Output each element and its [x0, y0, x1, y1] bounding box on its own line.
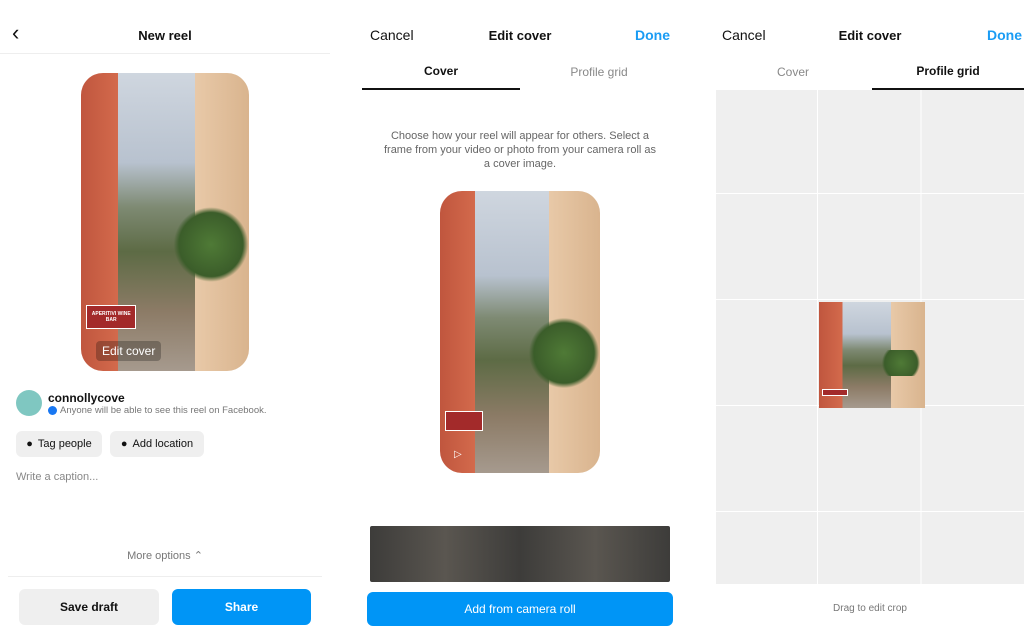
- reel-cover-preview: APERITIVI WINE BAR Edit cover: [81, 73, 249, 371]
- frame-scrubber[interactable]: [370, 526, 670, 582]
- username: connollycove: [48, 391, 125, 405]
- cover-preview: ▷: [440, 191, 600, 473]
- facebook-icon: [48, 406, 57, 415]
- wine-bar-sign: APERITIVI WINE BAR: [86, 305, 137, 330]
- tab-profile-grid[interactable]: Profile grid: [520, 54, 678, 90]
- more-options-toggle[interactable]: More options ⌃: [0, 549, 330, 562]
- sign-text: APERITIVI WINE BAR: [91, 311, 131, 324]
- edit-cover-button[interactable]: Edit cover: [96, 341, 162, 361]
- avatar: [16, 390, 42, 416]
- edit-cover-screen: Cancel Edit cover Done Cover Profile gri…: [362, 0, 678, 636]
- done-button[interactable]: Done: [635, 27, 670, 43]
- header: Cancel Edit cover Done: [716, 18, 1024, 54]
- caption-input[interactable]: Write a caption...: [16, 471, 98, 483]
- location-pin-icon: ●: [120, 438, 128, 450]
- cover-description: Choose how your reel will appear for oth…: [383, 130, 657, 170]
- new-reel-screen: ‹ New reel APERITIVI WINE BAR Edit cover…: [0, 0, 330, 636]
- grid-crop-preview[interactable]: [819, 302, 925, 408]
- drag-hint: Drag to edit crop: [833, 603, 907, 614]
- page-title: New reel: [138, 28, 192, 43]
- share-button[interactable]: Share: [172, 589, 311, 625]
- tab-cover[interactable]: Cover: [716, 54, 870, 90]
- edit-cover-grid-screen: Cancel Edit cover Done Cover Profile gri…: [716, 0, 1024, 636]
- visibility-note: Anyone will be able to see this reel on …: [60, 405, 267, 416]
- done-button[interactable]: Done: [987, 27, 1022, 43]
- header: Cancel Edit cover Done: [362, 18, 678, 54]
- chevron-up-icon: ⌃: [193, 550, 203, 562]
- page-title: Edit cover: [838, 28, 902, 43]
- page-title: Edit cover: [488, 28, 552, 43]
- divider: [8, 576, 322, 577]
- play-icon: ▷: [454, 449, 462, 460]
- save-draft-button[interactable]: Save draft: [19, 589, 159, 625]
- add-location-button[interactable]: ● Add location: [110, 431, 204, 457]
- person-icon: ●: [26, 438, 33, 450]
- tag-people-button[interactable]: ● Tag people: [16, 431, 102, 457]
- add-from-camera-roll-button[interactable]: Add from camera roll: [367, 592, 673, 626]
- header: ‹ New reel: [0, 18, 330, 54]
- tab-profile-grid[interactable]: Profile grid: [872, 54, 1024, 90]
- tab-cover[interactable]: Cover: [362, 54, 520, 90]
